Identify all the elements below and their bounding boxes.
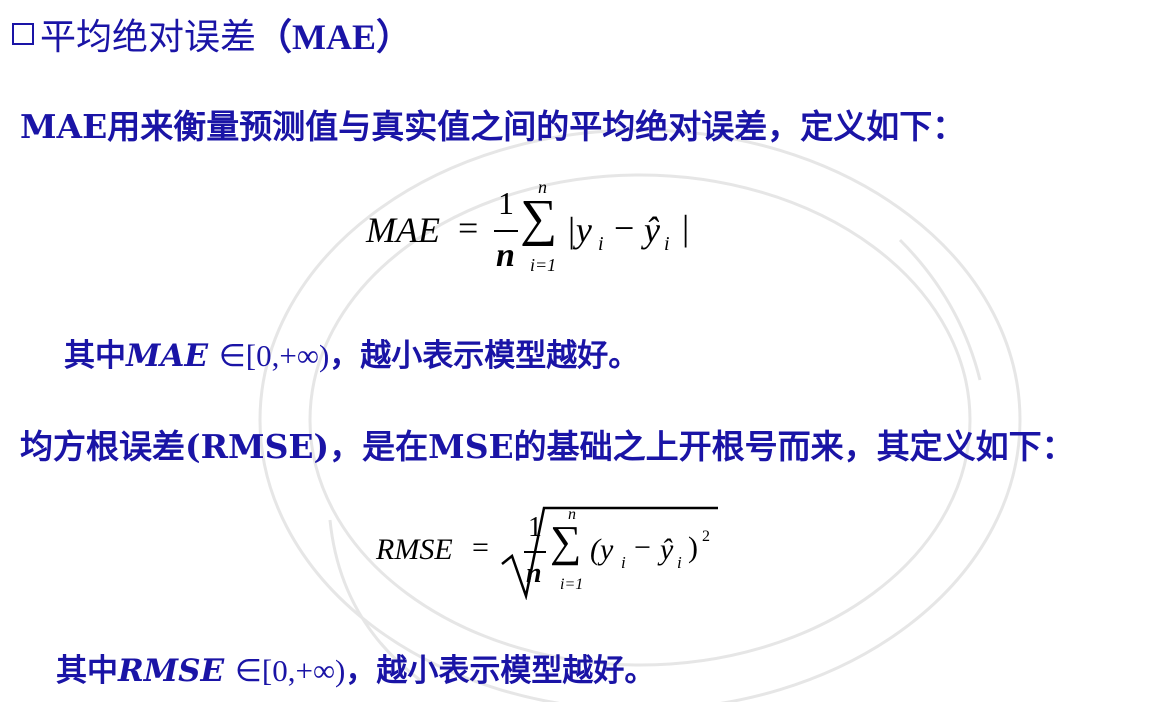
rmse-formula-lhs: RMSE xyxy=(376,533,453,566)
mae-formula-equals: = xyxy=(458,208,479,248)
rmse-open: (y xyxy=(590,533,614,566)
mae-hat: ŷ xyxy=(644,210,660,250)
mae-frac-den: n xyxy=(496,237,515,274)
rmse-hat-sub: i xyxy=(677,553,682,572)
rmse-sum-symbol: ∑ xyxy=(550,517,582,566)
rmse-term-sub: i xyxy=(621,553,626,572)
checkbox-square-icon xyxy=(12,23,34,45)
rmse-note-var: RMSE xyxy=(118,653,225,689)
mae-frac-bar xyxy=(494,230,518,232)
mae-formula-lhs: MAE xyxy=(366,210,440,250)
rmse-power: 2 xyxy=(702,528,710,545)
rmse-note-range: ∈[0,+∞) xyxy=(234,653,346,688)
mae-note-suffix: ，越小表示模型越好。 xyxy=(329,338,640,374)
mae-note-range: ∈[0,+∞) xyxy=(218,338,330,373)
mae-hat-sub: i xyxy=(664,233,670,255)
rmse-note-suffix: ，越小表示模型越好。 xyxy=(345,653,656,689)
mae-formula: MAE = 1 n n ∑ i=1 |y i − ŷ i | xyxy=(360,177,720,285)
mae-sum-lower: i=1 xyxy=(530,255,557,275)
slide: 平均绝对误差 （MAE） MAE用来衡量预测值与真实值之间的平均绝对误差，定义如… xyxy=(0,0,1168,702)
section-heading: 平均绝对误差 （MAE） xyxy=(12,8,412,60)
mae-note-var: MAE xyxy=(126,338,208,374)
rmse-frac-num: 1 xyxy=(528,512,542,543)
mae-sum-symbol: ∑ xyxy=(520,190,558,247)
mae-minus: − xyxy=(614,208,635,248)
mae-note: 其中MAE ∈[0,+∞)，越小表示模型越好。 xyxy=(64,330,639,375)
rmse-formula-equals: = xyxy=(472,531,489,564)
mae-intro: MAE用来衡量预测值与真实值之间的平均绝对误差，定义如下： xyxy=(20,107,966,146)
heading-abbr: （MAE） xyxy=(256,17,413,57)
mae-frac-num: 1 xyxy=(498,185,514,221)
rmse-intro: 均方根误差(RMSE)，是在MSE的基础之上开根号而来，其定义如下： xyxy=(20,427,1075,466)
rmse-note: 其中RMSE ∈[0,+∞)，越小表示模型越好。 xyxy=(56,645,655,690)
heading-title: 平均绝对误差 xyxy=(40,17,257,58)
mae-close: | xyxy=(682,208,690,248)
rmse-frac-bar xyxy=(524,551,546,553)
rmse-hat: ŷ xyxy=(660,533,674,566)
rmse-minus: − xyxy=(634,531,651,564)
rmse-frac-den: n xyxy=(526,558,542,589)
mae-note-prefix: 其中 xyxy=(64,338,126,374)
rmse-note-prefix: 其中 xyxy=(56,653,118,689)
rmse-formula: RMSE = 1 n n ∑ i=1 (y i − ŷ i ) 2 xyxy=(372,500,732,605)
rmse-close: ) xyxy=(688,531,698,564)
mae-term: |y xyxy=(566,210,592,250)
rmse-sum-lower: i=1 xyxy=(560,576,584,593)
mae-term-sub: i xyxy=(598,233,604,255)
